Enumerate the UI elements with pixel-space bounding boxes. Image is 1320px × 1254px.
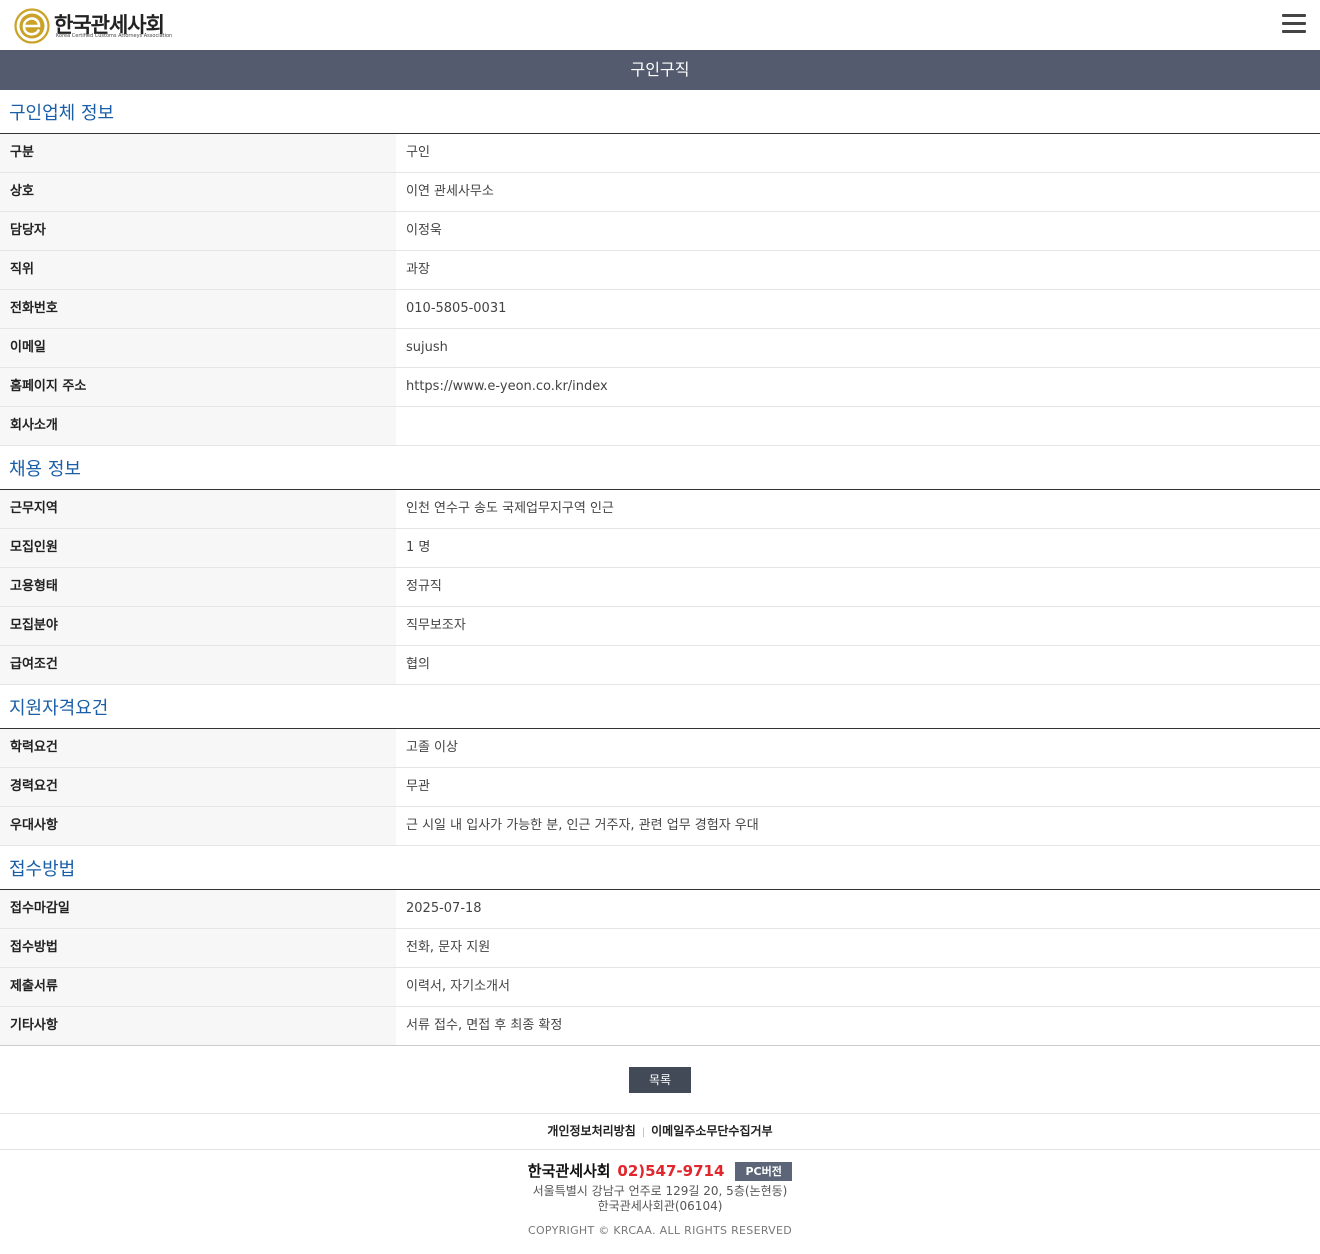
footer-org-name: 한국관세사회	[527, 1162, 611, 1180]
table-row: 직위 과장	[0, 251, 1320, 290]
list-button[interactable]: 목록	[629, 1067, 691, 1093]
row-value: 010-5805-0031	[406, 301, 507, 316]
table-row: 상호 이연 관세사무소	[0, 173, 1320, 212]
recruitment-info-table: 근무지역 인천 연수구 송도 국제업무지구역 인근 모집인원 1 명 고용형태 정규직…	[0, 490, 1320, 685]
krcaa-logo-icon	[14, 8, 50, 44]
row-label: 우대사항	[0, 807, 396, 845]
section-title-qualifications: 지원자격요건	[0, 685, 1320, 729]
hamburger-menu-icon[interactable]	[1282, 14, 1306, 34]
row-value: 협의	[406, 657, 430, 672]
pc-version-button[interactable]: PC버전	[735, 1162, 793, 1181]
privacy-policy-link[interactable]: 개인정보처리방침	[547, 1124, 635, 1138]
row-label: 모집분야	[0, 607, 396, 645]
row-label: 상호	[0, 173, 396, 211]
table-row: 홈페이지 주소 https://www.e-yeon.co.kr/index	[0, 368, 1320, 407]
table-row: 모집인원 1 명	[0, 529, 1320, 568]
row-value: 직무보조자	[406, 618, 466, 633]
table-row: 접수마감일 2025-07-18	[0, 890, 1320, 929]
table-row: 구분 구인	[0, 134, 1320, 173]
table-row: 이메일 sujush	[0, 329, 1320, 368]
table-row: 경력요건 무관	[0, 768, 1320, 807]
site-logo[interactable]: 한국관세사회 Korea Certified Customs Attorneys…	[14, 8, 184, 44]
row-value: 이연 관세사무소	[406, 184, 494, 199]
row-label: 홈페이지 주소	[0, 368, 396, 406]
table-row: 고용형태 정규직	[0, 568, 1320, 607]
row-value: 구인	[406, 145, 430, 160]
row-value: 무관	[406, 779, 430, 794]
row-value: 이정욱	[406, 223, 442, 238]
row-label: 담당자	[0, 212, 396, 250]
table-row: 회사소개	[0, 407, 1320, 446]
row-label: 제출서류	[0, 968, 396, 1006]
table-row: 급여조건 협의	[0, 646, 1320, 685]
section-title-company: 구인업체 정보	[0, 90, 1320, 134]
row-value: 정규직	[406, 579, 442, 594]
row-label: 접수방법	[0, 929, 396, 967]
logo-subtext: Korea Certified Customs Attorneys Associ…	[56, 33, 173, 39]
row-value: 서류 접수, 면접 후 최종 확정	[406, 1018, 563, 1033]
table-row: 근무지역 인천 연수구 송도 국제업무지구역 인근	[0, 490, 1320, 529]
row-value: https://www.e-yeon.co.kr/index	[406, 379, 608, 394]
address-line-2: 한국관세사회관(06104)	[597, 1199, 723, 1213]
section-heading: 구인업체 정보	[9, 103, 115, 124]
footer-info: 한국관세사회 02)547-9714 PC버전 서울특별시 강남구 언주로 12…	[0, 1160, 1320, 1237]
row-label: 직위	[0, 251, 396, 289]
row-label: 고용형태	[0, 568, 396, 606]
row-value	[396, 407, 1320, 445]
section-heading: 채용 정보	[9, 459, 81, 480]
row-label: 기타사항	[0, 1007, 396, 1045]
row-label: 회사소개	[0, 407, 396, 445]
row-value: 인천 연수구 송도 국제업무지구역 인근	[406, 501, 614, 516]
application-method-table: 접수마감일 2025-07-18 접수방법 전화, 문자 지원 제출서류 이력서, 자…	[0, 890, 1320, 1046]
page-title: 구인구직	[0, 50, 1320, 90]
table-row: 학력요건 고졸 이상	[0, 729, 1320, 768]
row-label: 전화번호	[0, 290, 396, 328]
row-label: 학력요건	[0, 729, 396, 767]
row-value: 과장	[406, 262, 430, 277]
row-value: 고졸 이상	[406, 740, 458, 755]
row-label: 접수마감일	[0, 890, 396, 928]
section-title-recruitment: 채용 정보	[0, 446, 1320, 490]
row-value: 근 시일 내 입사가 가능한 분, 인근 거주자, 관련 업무 경험자 우대	[406, 818, 759, 833]
copyright: COPYRIGHT © KRCAA. ALL RIGHTS RESERVED	[527, 1224, 793, 1237]
row-value: 전화, 문자 지원	[406, 940, 491, 955]
email-collection-refusal-link[interactable]: 이메일주소무단수집거부	[651, 1124, 772, 1138]
row-label: 모집인원	[0, 529, 396, 567]
section-heading: 접수방법	[9, 859, 76, 880]
table-row: 담당자 이정욱	[0, 212, 1320, 251]
table-row: 기타사항 서류 접수, 면접 후 최종 확정	[0, 1007, 1320, 1046]
link-separator: |	[641, 1127, 646, 1138]
address-line-1: 서울특별시 강남구 언주로 129길 20, 5층(논현동)	[532, 1184, 788, 1198]
row-value: 2025-07-18	[406, 901, 482, 916]
footer-links: 개인정보처리방침 | 이메일주소무단수집거부	[0, 1113, 1320, 1150]
row-label: 급여조건	[0, 646, 396, 684]
table-row: 우대사항 근 시일 내 입사가 가능한 분, 인근 거주자, 관련 업무 경험자 …	[0, 807, 1320, 846]
table-row: 모집분야 직무보조자	[0, 607, 1320, 646]
row-label: 경력요건	[0, 768, 396, 806]
section-title-application: 접수방법	[0, 846, 1320, 890]
section-heading: 지원자격요건	[9, 698, 109, 719]
row-value: 1 명	[406, 540, 431, 555]
row-value: sujush	[406, 340, 448, 355]
company-info-table: 구분 구인 상호 이연 관세사무소 담당자 이정욱 직위 과장 전화번호 010-5805…	[0, 134, 1320, 446]
table-row: 접수방법 전화, 문자 지원	[0, 929, 1320, 968]
table-row: 전화번호 010-5805-0031	[0, 290, 1320, 329]
row-label: 구분	[0, 134, 396, 172]
site-header: 한국관세사회 Korea Certified Customs Attorneys…	[0, 0, 1320, 50]
row-value: 이력서, 자기소개서	[406, 979, 510, 994]
table-row: 제출서류 이력서, 자기소개서	[0, 968, 1320, 1007]
row-label: 이메일	[0, 329, 396, 367]
footer-contact: 한국관세사회 02)547-9714 PC버전	[0, 1160, 1320, 1182]
qualifications-table: 학력요건 고졸 이상 경력요건 무관 우대사항 근 시일 내 입사가 가능한 분, 인…	[0, 729, 1320, 846]
row-label: 근무지역	[0, 490, 396, 528]
footer-address: 서울특별시 강남구 언주로 129길 20, 5층(논현동) 한국관세사회관(0…	[0, 1184, 1320, 1214]
footer-phone[interactable]: 02)547-9714	[617, 1162, 724, 1180]
